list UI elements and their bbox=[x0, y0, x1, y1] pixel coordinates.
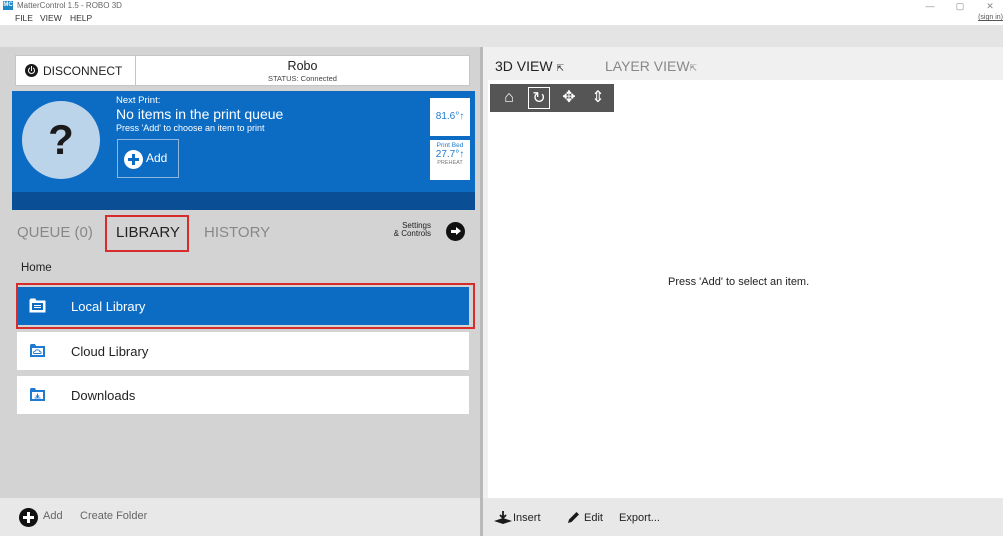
question-mark-icon: ? bbox=[22, 101, 100, 179]
view-tool-strip: ⌂ ↻ ✥ ⇕ bbox=[490, 84, 614, 112]
power-icon bbox=[25, 64, 38, 77]
tab-3d-view[interactable]: 3D VIEW ⇱ bbox=[495, 58, 564, 74]
bed-temp-widget[interactable]: Print Bed 27.7°↑ PREHEAT bbox=[430, 140, 470, 180]
sign-in-link[interactable]: (sign in) bbox=[978, 14, 1003, 21]
popout-icon[interactable]: ⇱ bbox=[556, 63, 564, 73]
menu-strip bbox=[0, 25, 1003, 47]
window-title: MatterControl 1.5 - ROBO 3D bbox=[17, 1, 122, 10]
maximize-icon[interactable]: ▢ bbox=[950, 0, 970, 12]
insert-button[interactable]: Insert bbox=[513, 512, 541, 524]
preheat-label[interactable]: PREHEAT bbox=[430, 160, 470, 166]
settings-label-line2: & Controls bbox=[393, 229, 431, 238]
settings-controls-button[interactable]: Settings & Controls bbox=[391, 222, 431, 238]
library-footer: Add Create Folder bbox=[0, 498, 480, 536]
arrow-right-icon[interactable] bbox=[446, 222, 465, 241]
disconnect-button[interactable]: DISCONNECT bbox=[15, 55, 136, 86]
disconnect-label: DISCONNECT bbox=[43, 64, 123, 78]
view-footer: Insert Edit Export... bbox=[483, 498, 1003, 536]
zoom-icon[interactable]: ⇕ bbox=[587, 87, 609, 109]
tab-layer-view[interactable]: LAYER VIEW⇱ bbox=[605, 58, 697, 74]
plus-circle-icon bbox=[124, 150, 143, 169]
close-icon[interactable]: ✕ bbox=[980, 0, 1000, 12]
library-item-label: Downloads bbox=[71, 388, 136, 403]
menu-view[interactable]: VIEW bbox=[40, 12, 62, 25]
menu-file[interactable]: FILE bbox=[15, 12, 33, 25]
plus-circle-icon[interactable] bbox=[19, 508, 38, 527]
library-item-downloads[interactable]: Downloads bbox=[17, 376, 469, 414]
home-icon[interactable]: ⌂ bbox=[498, 87, 520, 109]
tab-3d-view-label: 3D VIEW bbox=[495, 58, 553, 74]
printer-name: Robo bbox=[287, 59, 318, 73]
print-progress-strip bbox=[12, 192, 475, 210]
create-folder-button[interactable]: Create Folder bbox=[80, 510, 147, 522]
popout-icon[interactable]: ⇱ bbox=[690, 63, 698, 73]
add-print-label: Add bbox=[146, 151, 168, 165]
folder-download-icon bbox=[30, 388, 45, 401]
next-print-label: Next Print: bbox=[116, 95, 161, 106]
tab-queue[interactable]: QUEUE (0) bbox=[17, 224, 93, 241]
view-tabs: 3D VIEW ⇱ LAYER VIEW⇱ bbox=[483, 47, 1003, 80]
menu-help[interactable]: HELP bbox=[70, 12, 92, 25]
tab-history[interactable]: HISTORY bbox=[204, 224, 270, 241]
app-logo-icon: MC bbox=[3, 1, 13, 10]
move-icon[interactable]: ✥ bbox=[558, 87, 580, 109]
next-print-hint: Press 'Add' to choose an item to print bbox=[116, 123, 265, 133]
title-bar: MC MatterControl 1.5 - ROBO 3D — ▢ ✕ bbox=[0, 0, 1003, 12]
add-button[interactable]: Add bbox=[43, 510, 63, 522]
folder-cloud-icon bbox=[30, 344, 45, 357]
menu-bar: FILE VIEW HELP (sign in) bbox=[0, 12, 1003, 25]
tab-layer-view-label: LAYER VIEW bbox=[605, 58, 690, 74]
add-print-button[interactable]: Add bbox=[117, 139, 179, 178]
print-queue-panel: ? Next Print: No items in the print queu… bbox=[12, 91, 475, 210]
rotate-icon[interactable]: ↻ bbox=[528, 87, 550, 109]
library-item-label: Cloud Library bbox=[71, 344, 149, 359]
minimize-icon[interactable]: — bbox=[920, 0, 940, 12]
3d-viewport[interactable] bbox=[488, 80, 1003, 498]
printer-status: STATUS: Connected bbox=[268, 74, 337, 83]
breadcrumb[interactable]: Home bbox=[21, 262, 52, 274]
edit-button[interactable]: Edit bbox=[584, 512, 603, 524]
selection-highlight bbox=[16, 283, 475, 329]
bed-label: Print Bed bbox=[436, 142, 464, 149]
library-item-cloud[interactable]: Cloud Library bbox=[17, 332, 469, 370]
extruder-temp: 81.6°↑ bbox=[435, 111, 465, 122]
export-button[interactable]: Export... bbox=[619, 512, 660, 524]
printer-selector[interactable]: Robo STATUS: Connected bbox=[136, 55, 470, 86]
next-print-title: No items in the print queue bbox=[116, 106, 284, 122]
insert-icon[interactable] bbox=[492, 510, 514, 526]
pencil-icon[interactable] bbox=[566, 511, 581, 525]
extruder-temp-widget[interactable]: 81.6°↑ bbox=[430, 98, 470, 136]
panel-divider[interactable] bbox=[480, 47, 483, 536]
empty-viewport-message: Press 'Add' to select an item. bbox=[668, 276, 810, 288]
bed-temp: 27.7°↑ bbox=[435, 149, 465, 160]
library-tab-highlight bbox=[105, 215, 189, 252]
